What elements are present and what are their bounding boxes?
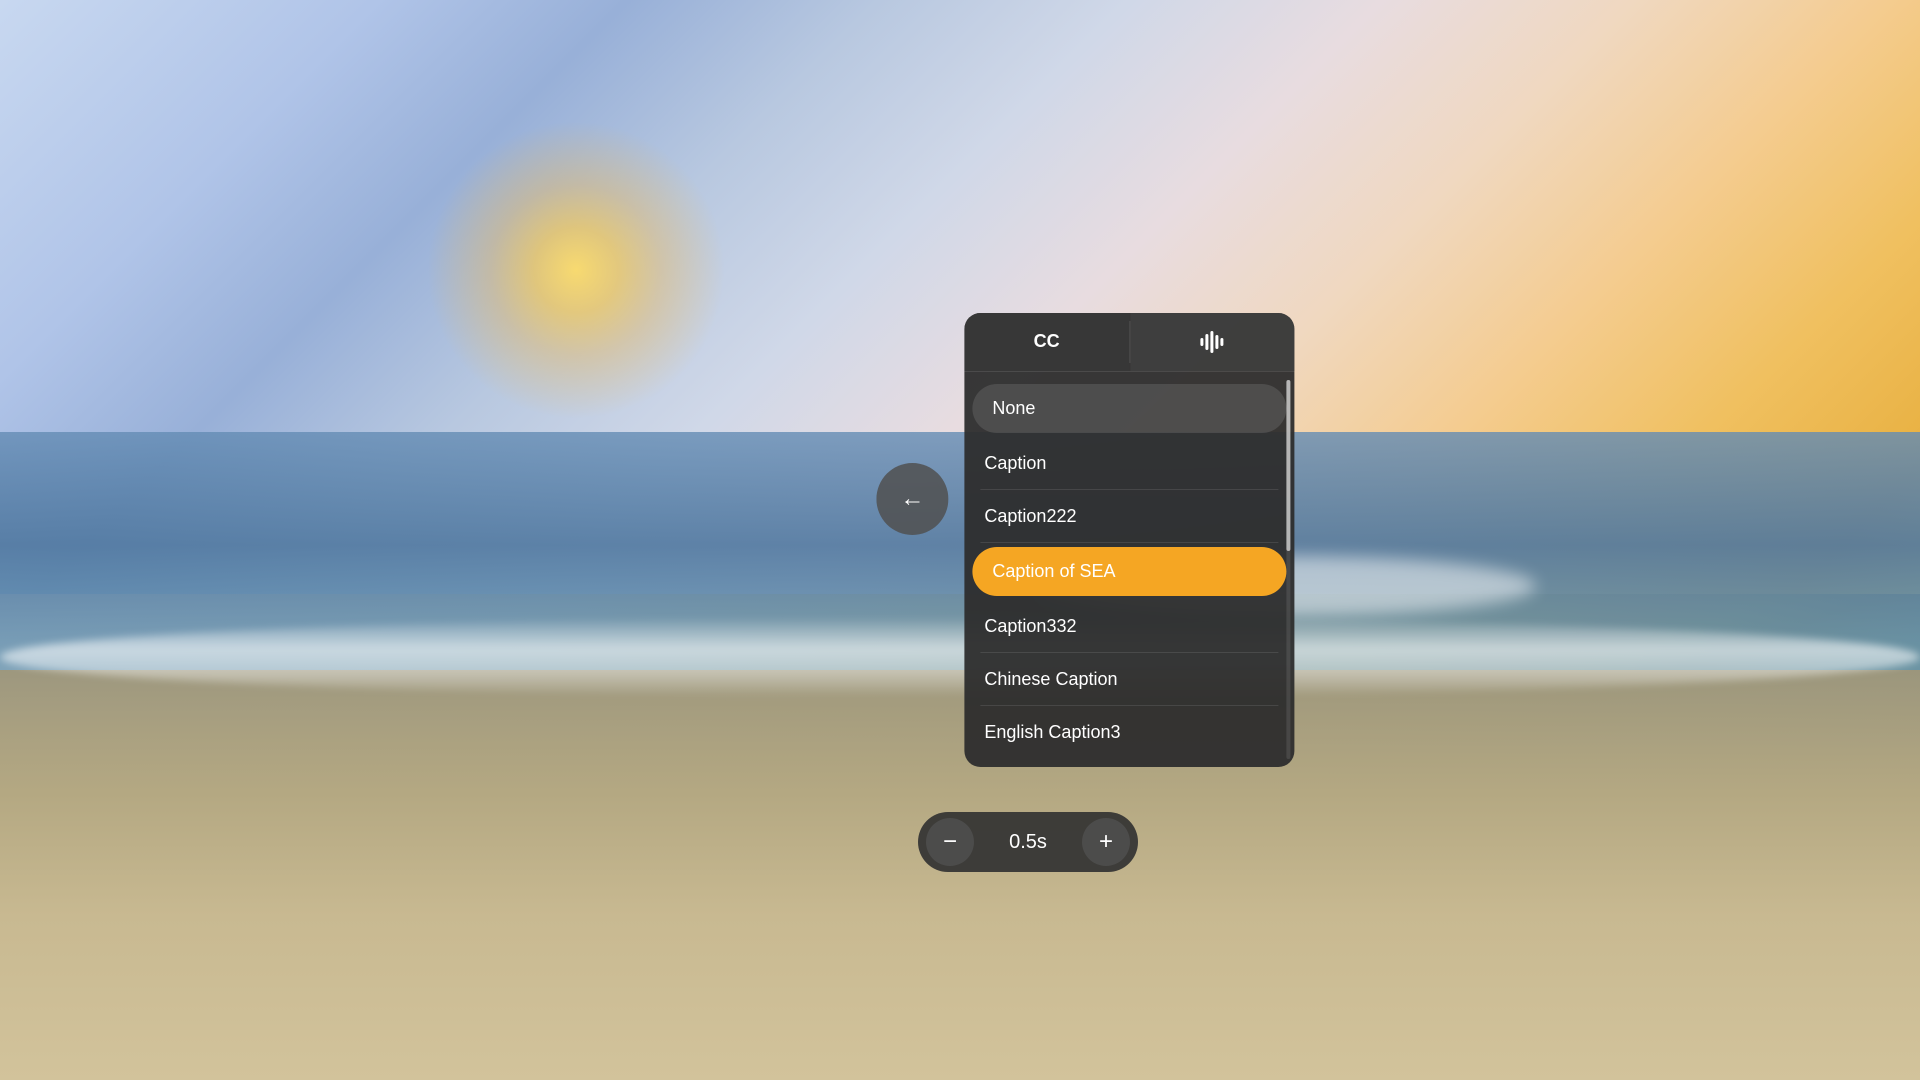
time-value: 0.5s (978, 831, 1078, 854)
decrease-button[interactable]: − (926, 818, 974, 866)
time-control: − 0.5s + (918, 812, 1138, 872)
caption-item-none-label: None (992, 398, 1035, 419)
scroll-track (1286, 380, 1290, 759)
bar4 (1216, 335, 1219, 349)
bar1 (1201, 338, 1204, 346)
tab-audio[interactable] (1130, 313, 1295, 371)
caption-item-caption-label: Caption (984, 453, 1046, 474)
tab-header: CC (964, 313, 1294, 372)
back-arrow-icon: ← (900, 487, 924, 511)
caption-list-wrapper: None Caption Caption222 Caption of SEA C… (964, 372, 1294, 767)
caption-item-caption-of-sea[interactable]: Caption of SEA (972, 547, 1286, 596)
caption-item-caption332-label: Caption332 (984, 616, 1076, 637)
main-panel: CC None Caption (964, 313, 1294, 767)
sun-glow (426, 120, 726, 420)
caption-item-chinese-caption-label: Chinese Caption (984, 669, 1117, 690)
tab-cc-label: CC (1034, 331, 1060, 351)
caption-list: None Caption Caption222 Caption of SEA C… (964, 372, 1294, 767)
ui-container: ← CC None (876, 313, 1294, 767)
caption-item-english-caption3[interactable]: English Caption3 (964, 706, 1294, 759)
caption-item-caption[interactable]: Caption (964, 437, 1294, 490)
caption-item-none[interactable]: None (972, 384, 1286, 433)
bar3 (1211, 331, 1214, 353)
increase-button[interactable]: + (1082, 818, 1130, 866)
bar2 (1206, 334, 1209, 350)
caption-item-english-caption3-label: English Caption3 (984, 722, 1120, 743)
caption-item-caption332[interactable]: Caption332 (964, 600, 1294, 653)
back-button[interactable]: ← (876, 463, 948, 535)
caption-item-caption222[interactable]: Caption222 (964, 490, 1294, 543)
scroll-thumb[interactable] (1286, 380, 1290, 551)
sound-waves-icon (1130, 331, 1295, 353)
increase-icon: + (1099, 828, 1113, 856)
caption-item-chinese-caption[interactable]: Chinese Caption (964, 653, 1294, 706)
bar5 (1221, 338, 1224, 346)
caption-item-caption222-label: Caption222 (984, 506, 1076, 527)
decrease-icon: − (943, 828, 957, 856)
caption-item-caption-of-sea-label: Caption of SEA (992, 561, 1115, 582)
tab-cc[interactable]: CC (964, 313, 1129, 371)
